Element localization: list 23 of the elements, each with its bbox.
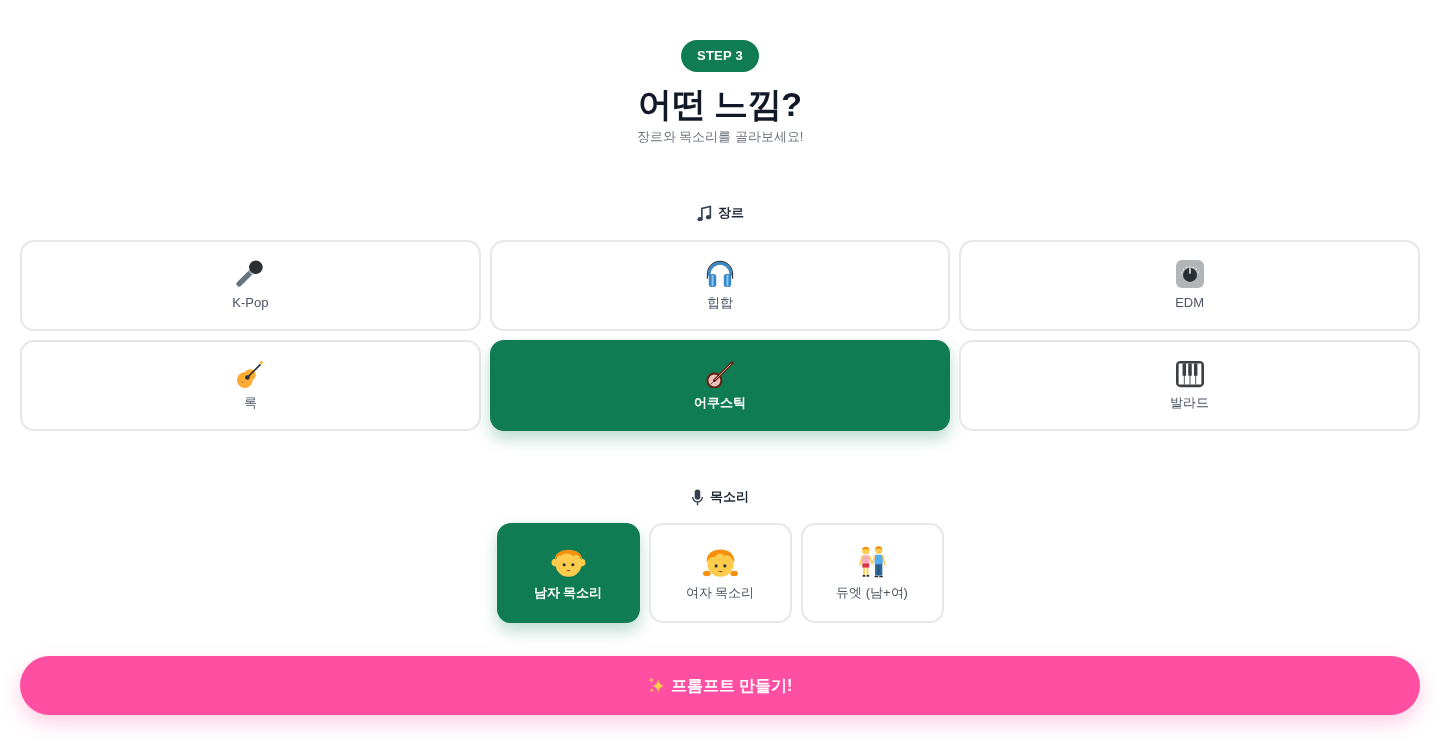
- page-title: 어떤 느낌?: [637, 84, 803, 124]
- genre-option[interactable]: 발라드: [959, 340, 1420, 431]
- microphone-icon: [236, 259, 265, 288]
- piano-keys-icon: [1175, 359, 1204, 388]
- banjo-icon: [706, 359, 734, 388]
- genre-option[interactable]: 록: [20, 340, 481, 431]
- headphones-icon: [706, 259, 734, 288]
- voice-option[interactable]: 여자 목소리: [648, 523, 792, 623]
- genre-option[interactable]: EDM: [959, 240, 1420, 331]
- sparkle-icon: [647, 677, 665, 694]
- genre-option[interactable]: 어쿠스틱: [489, 340, 951, 431]
- knob-icon: [1175, 259, 1204, 288]
- step-badge: STEP 3: [681, 40, 759, 72]
- section-heading: 장르: [717, 204, 744, 222]
- page-subtitle: 장르와 목소리를 골라보세요!: [635, 128, 805, 146]
- microphone-icon: [691, 488, 704, 506]
- guitar-icon: [236, 359, 265, 388]
- section-heading: 목소리: [710, 488, 749, 506]
- genre-option[interactable]: 힙합: [489, 240, 951, 331]
- voice-option[interactable]: 남자 목소리: [496, 523, 640, 623]
- voice-option[interactable]: 듀엣 (남+여): [800, 523, 944, 623]
- genre-option[interactable]: K-Pop: [20, 240, 481, 331]
- music-note-icon: [696, 204, 712, 222]
